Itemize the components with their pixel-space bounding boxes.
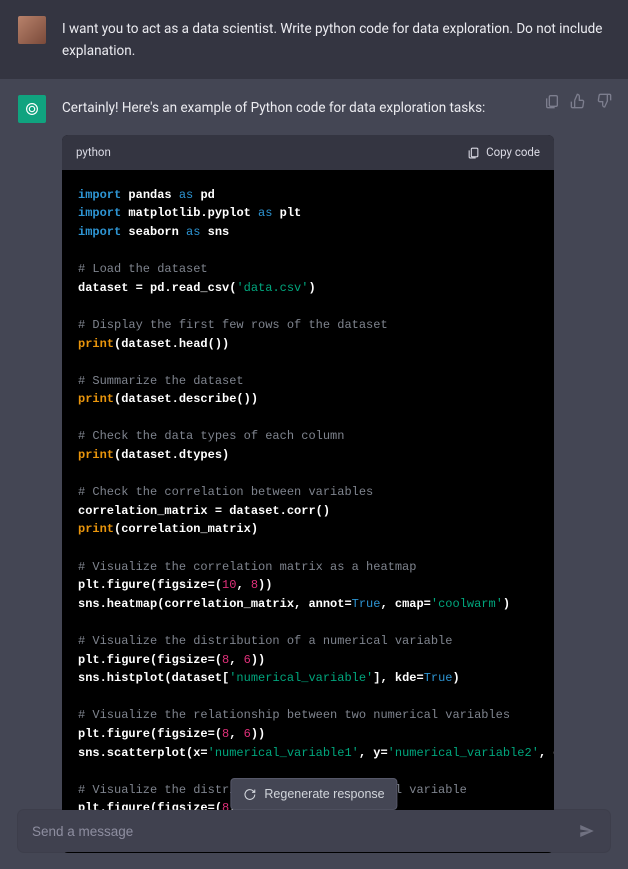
thumbs-up-icon[interactable] <box>570 93 586 109</box>
code-body[interactable]: import pandas as pd import matplotlib.py… <box>62 170 554 853</box>
clipboard-icon <box>467 146 480 159</box>
message-input-area[interactable] <box>18 810 610 852</box>
code-language: python <box>76 143 111 162</box>
assistant-content: Certainly! Here's an example of Python c… <box>62 95 610 853</box>
user-message: I want you to act as a data scientist. W… <box>0 0 628 79</box>
send-button[interactable] <box>578 822 596 840</box>
user-avatar <box>18 16 46 44</box>
chat-thread: I want you to act as a data scientist. W… <box>0 0 628 869</box>
send-icon <box>578 822 596 840</box>
code-header: python Copy code <box>62 135 554 170</box>
thumbs-down-icon[interactable] <box>596 93 612 109</box>
assistant-avatar <box>18 95 46 123</box>
message-input[interactable] <box>32 824 578 839</box>
copy-icon[interactable] <box>544 93 560 109</box>
assistant-intro: Certainly! Here's an example of Python c… <box>62 97 610 119</box>
refresh-icon <box>243 788 256 801</box>
regenerate-button[interactable]: Regenerate response <box>230 778 397 810</box>
copy-code-button[interactable]: Copy code <box>467 143 540 162</box>
code-block: python Copy code import pandas as pd imp… <box>62 135 554 853</box>
message-actions <box>544 93 612 109</box>
user-text: I want you to act as a data scientist. W… <box>62 16 610 63</box>
assistant-message: Certainly! Here's an example of Python c… <box>0 79 628 869</box>
